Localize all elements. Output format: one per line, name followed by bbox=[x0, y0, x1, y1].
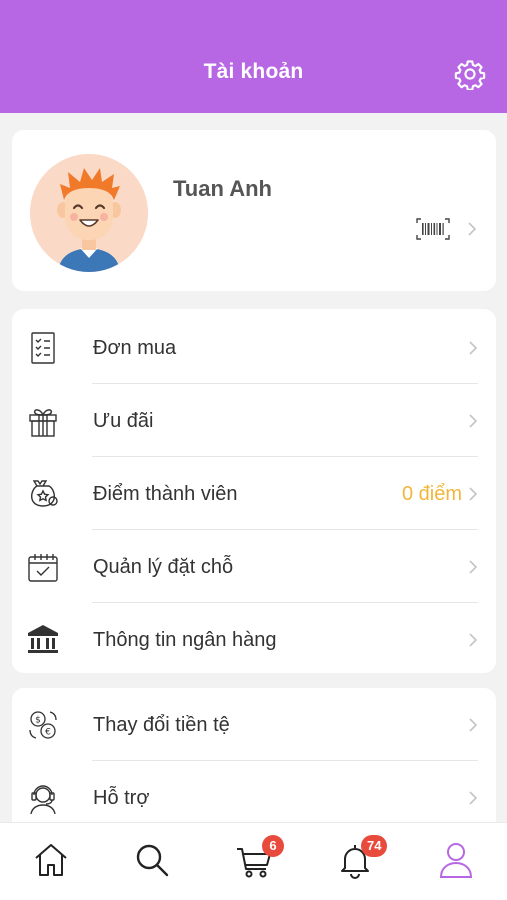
svg-text:€: € bbox=[45, 728, 51, 738]
cart-badge: 6 bbox=[262, 835, 284, 857]
avatar[interactable] bbox=[30, 154, 148, 272]
menu-item-label: Thay đổi tiền tệ bbox=[93, 714, 230, 736]
bank-icon bbox=[28, 625, 58, 653]
chevron-right-icon bbox=[469, 718, 478, 732]
bottom-tab-bar: 6 74 bbox=[0, 822, 507, 900]
menu-item-label: Quản lý đặt chỗ bbox=[93, 556, 234, 578]
profile-card[interactable]: Tuan Anh bbox=[12, 130, 496, 291]
page-title: Tài khoản bbox=[203, 60, 304, 83]
menu-group-primary: Đơn mua Ưu đãi Điểm thành viên 0 điểm Qu… bbox=[12, 309, 496, 673]
svg-text:$: $ bbox=[35, 716, 41, 726]
order-list-icon bbox=[31, 332, 55, 364]
barcode-icon[interactable] bbox=[416, 218, 450, 240]
menu-item-label: Thông tin ngân hàng bbox=[93, 629, 277, 651]
chevron-right-icon bbox=[469, 487, 478, 501]
menu-item-bank-info[interactable]: Thông tin ngân hàng bbox=[12, 603, 496, 676]
menu-item-label: Đơn mua bbox=[93, 337, 177, 359]
tab-cart[interactable]: 6 bbox=[232, 835, 284, 883]
chevron-right-icon bbox=[469, 791, 478, 805]
menu-item-label: Ưu đãi bbox=[93, 410, 154, 432]
menu-item-orders[interactable]: Đơn mua bbox=[12, 311, 496, 384]
profile-name: Tuan Anh bbox=[173, 176, 272, 201]
search-icon bbox=[136, 844, 169, 877]
notifications-badge: 74 bbox=[361, 835, 388, 857]
home-icon bbox=[35, 844, 67, 876]
points-bag-icon bbox=[31, 480, 58, 507]
member-points-value: 0 điểm bbox=[401, 483, 462, 505]
tab-notifications[interactable]: 74 bbox=[333, 835, 388, 883]
chevron-right-icon bbox=[469, 633, 478, 647]
app-header: Tài khoản bbox=[0, 0, 507, 113]
menu-item-currency[interactable]: $ € Thay đổi tiền tệ bbox=[12, 688, 496, 761]
user-icon bbox=[439, 843, 473, 878]
chevron-right-icon bbox=[469, 414, 478, 428]
currency-exchange-icon: $ € bbox=[29, 711, 57, 739]
support-headset-icon bbox=[30, 785, 56, 815]
tab-account[interactable] bbox=[434, 837, 478, 883]
menu-item-label: Điểm thành viên bbox=[93, 483, 238, 505]
tab-search[interactable] bbox=[130, 837, 174, 883]
menu-item-member-points[interactable]: Điểm thành viên 0 điểm bbox=[12, 457, 496, 530]
menu-item-bookings[interactable]: Quản lý đặt chỗ bbox=[12, 530, 496, 603]
chevron-right-icon bbox=[469, 560, 478, 574]
chevron-right-icon bbox=[469, 341, 478, 355]
menu-item-offers[interactable]: Ưu đãi bbox=[12, 384, 496, 457]
gift-icon bbox=[29, 409, 57, 437]
menu-item-label: Hỗ trợ bbox=[93, 787, 150, 809]
gear-icon[interactable] bbox=[454, 58, 486, 91]
calendar-check-icon bbox=[28, 554, 58, 582]
tab-home[interactable] bbox=[29, 837, 73, 883]
chevron-right-icon bbox=[468, 222, 477, 236]
